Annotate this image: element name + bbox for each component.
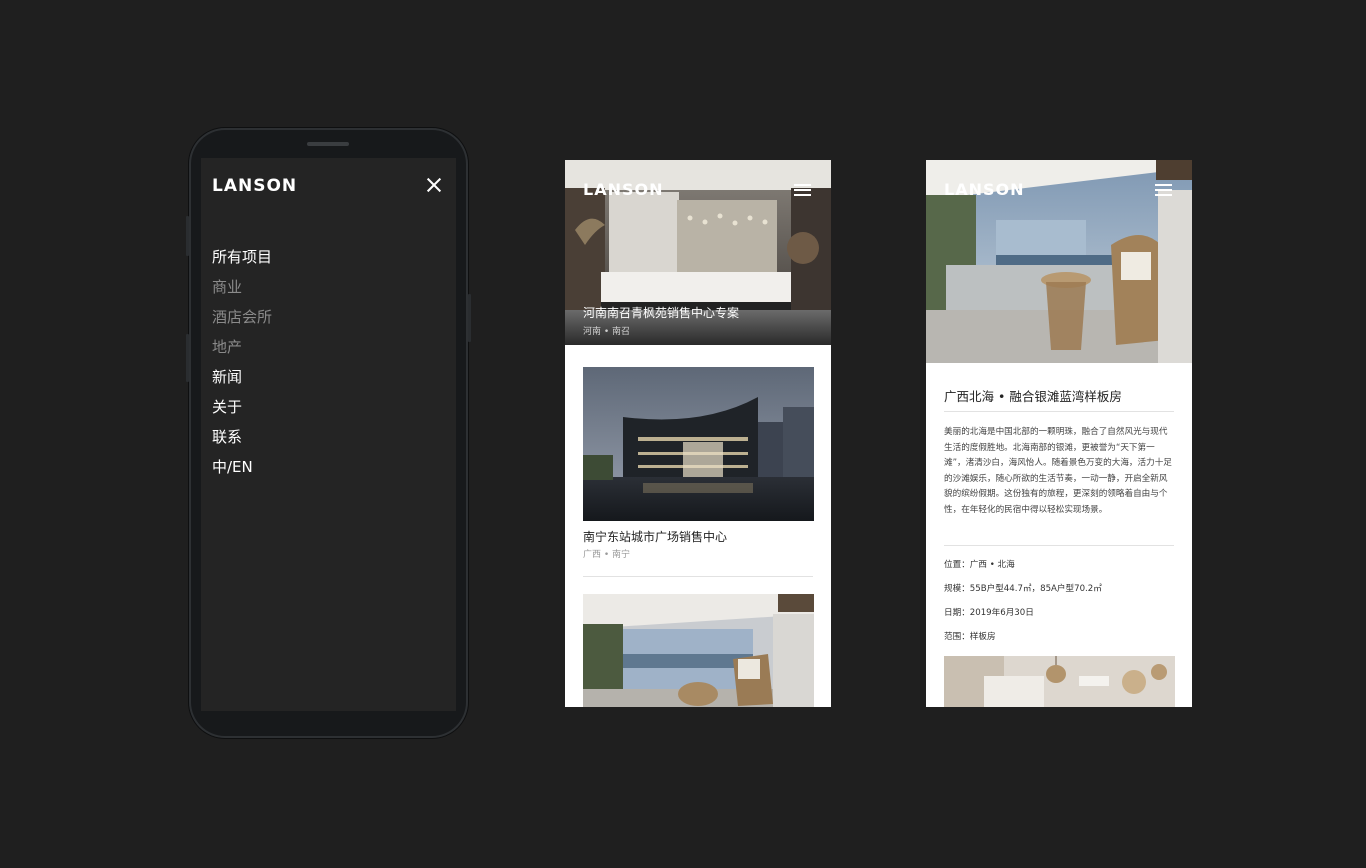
power-button <box>468 294 471 342</box>
project-scale: 规模：55B户型44.7㎡，85A户型70.2㎡ <box>944 584 1102 594</box>
project-scope: 范围：样板房 <box>944 632 996 642</box>
menu-item-commercial[interactable]: 商业 <box>212 276 272 306</box>
project-description: 美丽的北海是中国北部的一颗明珠，融合了自然风光与现代生活的度假胜地。北海南部的银… <box>944 427 1172 515</box>
volume-down-button <box>186 334 189 382</box>
project-date: 日期：2019年6月30日 <box>944 608 1034 618</box>
volume-up-button <box>186 216 189 256</box>
hamburger-menu-icon[interactable] <box>794 184 811 196</box>
divider <box>944 545 1174 546</box>
project-card-image[interactable] <box>583 367 814 521</box>
divider <box>583 576 813 577</box>
divider <box>944 411 1174 412</box>
close-icon[interactable] <box>427 178 441 192</box>
project-card-title[interactable]: 南宁东站城市广场销售中心 <box>583 528 727 545</box>
phone-speaker <box>307 142 349 146</box>
menu-item-contact[interactable]: 联系 <box>212 426 272 456</box>
menu-item-all-projects[interactable]: 所有项目 <box>212 246 272 276</box>
project-title: 广西北海 • 融合银滩蓝湾样板房 <box>944 389 1122 404</box>
project-detail-screen: LANSON 广西北海 • 融合银滩蓝湾样板房 美丽的北海是中国北部的一颗明珠，… <box>926 160 1192 707</box>
project-location: 位置：广西 • 北海 <box>944 560 1015 570</box>
project-card-location: 广西 • 南宁 <box>583 550 631 560</box>
detail-gallery-image[interactable] <box>944 656 1175 707</box>
hamburger-menu-icon[interactable] <box>1155 184 1172 196</box>
main-menu: 所有项目 商业 酒店会所 地产 新闻 关于 联系 中/EN <box>212 246 272 486</box>
phone-mockup: LANSON 所有项目 商业 酒店会所 地产 新闻 关于 联系 中/EN <box>186 128 471 738</box>
hero-project-title[interactable]: 河南南召青枫苑销售中心专案 <box>583 304 739 321</box>
menu-item-about[interactable]: 关于 <box>212 396 272 426</box>
hero-project-location: 河南 • 南召 <box>583 327 631 337</box>
menu-item-news[interactable]: 新闻 <box>212 366 272 396</box>
project-card-image[interactable] <box>583 594 814 707</box>
brand-logo[interactable]: LANSON <box>212 176 297 196</box>
menu-item-real-estate[interactable]: 地产 <box>212 336 272 366</box>
brand-logo[interactable]: LANSON <box>944 180 1024 199</box>
project-list-screen: LANSON 河南南召青枫苑销售中心专案 河南 • 南召 南宁东站城市广场销售中… <box>565 160 831 707</box>
menu-screen: LANSON 所有项目 商业 酒店会所 地产 新闻 关于 联系 中/EN <box>201 158 456 711</box>
menu-item-language[interactable]: 中/EN <box>212 456 272 486</box>
brand-logo[interactable]: LANSON <box>583 180 663 199</box>
menu-item-hotel-club[interactable]: 酒店会所 <box>212 306 272 336</box>
